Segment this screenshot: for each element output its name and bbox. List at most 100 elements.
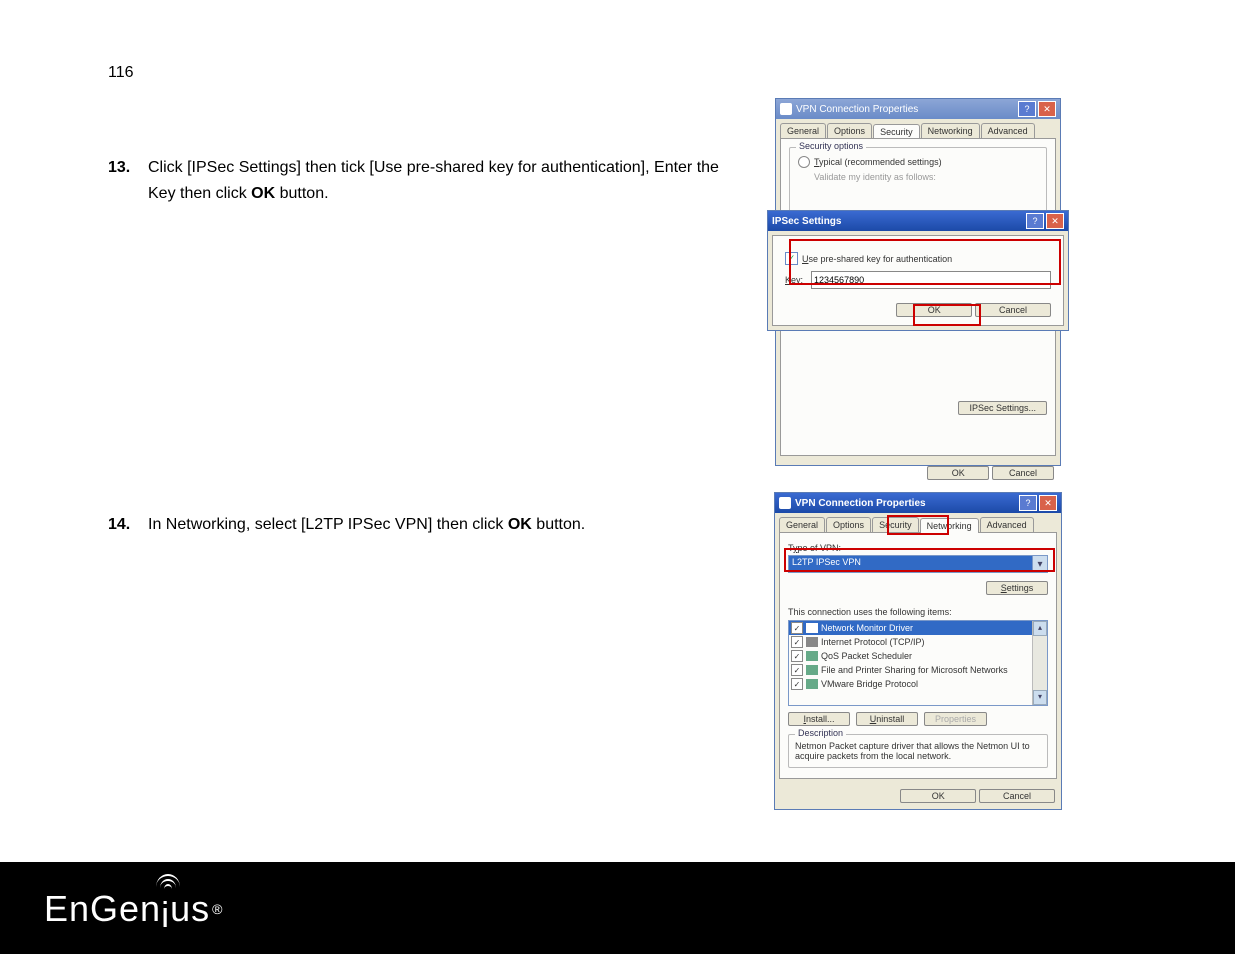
item-label: Internet Protocol (TCP/IP) <box>821 637 925 647</box>
item-label: VMware Bridge Protocol <box>821 679 918 689</box>
component-icon <box>806 623 818 633</box>
list-item[interactable]: ✓ Internet Protocol (TCP/IP) <box>789 635 1032 649</box>
step-14-pre: In Networking, select [L2TP IPSec VPN] t… <box>148 516 508 533</box>
close-button[interactable]: ✕ <box>1046 213 1064 229</box>
networking-panel: Type of VPN: L2TP IPSec VPN ▾ Settings T… <box>779 532 1057 779</box>
description-text: Netmon Packet capture driver that allows… <box>795 741 1030 761</box>
tab-advanced[interactable]: Advanced <box>980 517 1034 532</box>
radio-icon <box>798 156 810 168</box>
uninstall-button[interactable]: Uninstall <box>856 712 918 726</box>
checkbox-icon: ✓ <box>791 678 803 690</box>
brand-text-start: EnGen <box>44 888 161 930</box>
help-button[interactable]: ? <box>1026 213 1044 229</box>
checkbox-icon: ✓ <box>791 650 803 662</box>
tab-options[interactable]: Options <box>826 517 871 532</box>
radio-label: Typical (recommended settings) <box>814 157 942 167</box>
security-options-group: Security options Typical (recommended se… <box>789 147 1047 215</box>
cancel-button[interactable]: Cancel <box>979 789 1055 803</box>
checkbox-icon: ✓ <box>791 636 803 648</box>
scroll-track[interactable] <box>1033 636 1047 690</box>
item-label: File and Printer Sharing for Microsoft N… <box>821 665 1008 675</box>
component-icon <box>806 679 818 689</box>
scroll-down-icon[interactable]: ▾ <box>1033 690 1047 705</box>
tab-security[interactable]: Security <box>872 517 919 532</box>
window-title: VPN Connection Properties <box>795 498 1019 509</box>
step-14-bold: OK <box>508 516 532 533</box>
scroll-up-icon[interactable]: ▴ <box>1033 621 1047 636</box>
tab-networking[interactable]: Networking <box>921 123 980 138</box>
ok-button[interactable]: OK <box>927 466 989 480</box>
tab-general[interactable]: General <box>780 123 826 138</box>
dialog-footer: OK Cancel <box>776 460 1060 486</box>
titlebar: IPSec Settings ? ✕ <box>768 211 1068 231</box>
close-button[interactable]: ✕ <box>1039 495 1057 511</box>
install-button[interactable]: Install... <box>788 712 850 726</box>
tab-general[interactable]: General <box>779 517 825 532</box>
type-of-vpn-label: Type of VPN: <box>788 543 1048 553</box>
component-icon <box>806 637 818 647</box>
checkbox-icon: ✓ <box>791 622 803 634</box>
step-13-pre: Click [IPSec Settings] then tick [Use pr… <box>148 159 719 202</box>
ok-button[interactable]: OK <box>896 303 972 317</box>
cancel-button[interactable]: Cancel <box>975 303 1051 317</box>
cancel-button[interactable]: Cancel <box>992 466 1054 480</box>
vpn-properties-window: VPN Connection Properties ? ✕ General Op… <box>774 492 1062 810</box>
list-item[interactable]: ✓ VMware Bridge Protocol <box>789 677 1032 691</box>
connection-items-list[interactable]: ✓ Network Monitor Driver ✓ Internet Protoc… <box>788 620 1048 706</box>
close-button[interactable]: ✕ <box>1038 101 1056 117</box>
typical-radio[interactable]: Typical (recommended settings) <box>798 156 1038 168</box>
step-number: 14. <box>108 512 148 538</box>
tab-strip: General Options Security Networking Adva… <box>775 513 1061 532</box>
settings-button[interactable]: Settings <box>986 581 1048 595</box>
list-item[interactable]: ✓File and Printer Sharing for Microsoft … <box>789 663 1032 677</box>
app-icon <box>780 103 792 115</box>
vpn-type-value: L2TP IPSec VPN <box>789 556 1032 572</box>
step-text: In Networking, select [L2TP IPSec VPN] t… <box>148 512 585 538</box>
brand-i-with-wifi: i <box>161 882 170 936</box>
app-icon <box>779 497 791 509</box>
step-14-post: button. <box>532 516 585 533</box>
instruction-list: 13. Click [IPSec Settings] then tick [Us… <box>108 155 748 844</box>
page-footer: EnGen ius® <box>0 862 1235 954</box>
list-item[interactable]: ✓ QoS Packet Scheduler <box>789 649 1032 663</box>
wifi-icon <box>155 876 181 892</box>
connection-items-label: This connection uses the following items… <box>788 607 1048 617</box>
tab-advanced[interactable]: Advanced <box>981 123 1035 138</box>
validate-identity-label: Validate my identity as follows: <box>814 172 1038 182</box>
dialog-title: IPSec Settings <box>772 216 1026 227</box>
vpn-type-combo[interactable]: L2TP IPSec VPN ▾ <box>788 555 1048 573</box>
screenshot-ipsec-settings: VPN Connection Properties ? ✕ General Op… <box>775 98 1059 466</box>
chevron-down-icon[interactable]: ▾ <box>1032 556 1047 572</box>
screenshot-networking-tab: VPN Connection Properties ? ✕ General Op… <box>774 492 1060 810</box>
registered-mark: ® <box>212 901 223 917</box>
group-legend: Security options <box>796 141 866 151</box>
list-item[interactable]: ✓ Network Monitor Driver <box>789 621 1032 635</box>
help-button[interactable]: ? <box>1019 495 1037 511</box>
item-label: QoS Packet Scheduler <box>821 651 912 661</box>
scrollbar[interactable]: ▴ ▾ <box>1032 621 1047 705</box>
component-icon <box>806 665 818 675</box>
tab-strip: General Options Security Networking Adva… <box>776 119 1060 138</box>
step-number: 13. <box>108 155 148 206</box>
checkbox-label: Use pre-shared key for authentication <box>802 254 952 264</box>
help-button[interactable]: ? <box>1018 101 1036 117</box>
titlebar: VPN Connection Properties ? ✕ <box>776 99 1060 119</box>
key-input[interactable] <box>811 271 1051 289</box>
step-13: 13. Click [IPSec Settings] then tick [Us… <box>108 155 748 206</box>
key-label: Key: <box>785 275 803 285</box>
key-row: Key: <box>785 271 1051 289</box>
preshared-key-checkbox[interactable]: Use pre-shared key for authentication <box>785 252 1051 265</box>
engenius-logo: EnGen ius® <box>44 882 223 936</box>
step-text: Click [IPSec Settings] then tick [Use pr… <box>148 155 748 206</box>
dialog-footer: OK Cancel <box>775 783 1061 809</box>
window-title: VPN Connection Properties <box>796 104 1018 115</box>
tab-security[interactable]: Security <box>873 124 920 139</box>
ok-button[interactable]: OK <box>900 789 976 803</box>
tab-options[interactable]: Options <box>827 123 872 138</box>
ipsec-settings-button[interactable]: IPSec Settings... <box>958 401 1047 415</box>
page-number: 116 <box>108 64 134 82</box>
item-label: Network Monitor Driver <box>821 623 913 633</box>
tab-networking[interactable]: Networking <box>920 518 979 533</box>
dialog-body: Use pre-shared key for authentication Ke… <box>772 235 1064 326</box>
description-group: Description Netmon Packet capture driver… <box>788 734 1048 768</box>
